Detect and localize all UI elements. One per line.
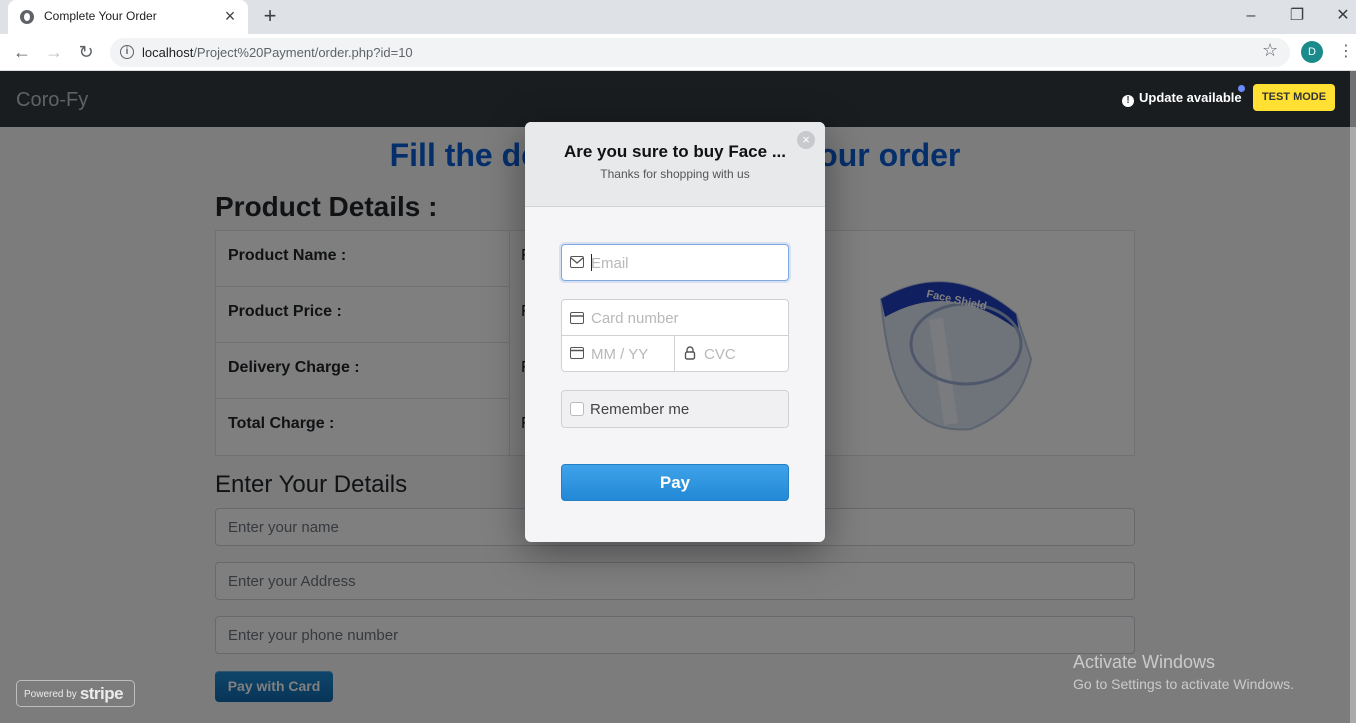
modal-subtitle: Thanks for shopping with us bbox=[600, 167, 750, 181]
credit-card-icon bbox=[570, 312, 584, 324]
expiry-input[interactable]: MM / YY bbox=[562, 336, 675, 371]
url-text: localhost/Project%20Payment/order.php?id… bbox=[142, 45, 413, 60]
new-tab-icon[interactable]: + bbox=[258, 4, 282, 28]
card-number-input[interactable]: Card number bbox=[562, 300, 788, 336]
page-content: Coro-Fy Fill the details to complete you… bbox=[0, 71, 1356, 723]
scrollbar[interactable] bbox=[1350, 71, 1356, 723]
remember-me-row[interactable]: Remember me bbox=[561, 390, 789, 428]
update-available-notice[interactable]: ! Update available bbox=[1122, 90, 1242, 107]
browser-toolbar: ← → ↻ i localhost/Project%20Payment/orde… bbox=[0, 34, 1356, 71]
back-icon[interactable]: ← bbox=[10, 40, 34, 64]
powered-by-stripe-badge[interactable]: Powered by stripe bbox=[16, 680, 135, 707]
minimize-icon[interactable]: – bbox=[1236, 4, 1266, 28]
bookmark-star-icon[interactable]: ☆ bbox=[1262, 40, 1278, 61]
notification-dot bbox=[1238, 85, 1245, 92]
info-icon[interactable]: i bbox=[120, 45, 134, 59]
browser-tab[interactable]: Complete Your Order × bbox=[8, 0, 248, 34]
alert-icon: ! bbox=[1122, 95, 1134, 107]
remember-me-label: Remember me bbox=[590, 401, 690, 418]
browser-tab-bar: Complete Your Order × + – ❐ ✕ bbox=[0, 0, 1356, 34]
browser-menu-icon[interactable]: ⋮ bbox=[1338, 41, 1354, 61]
forward-icon[interactable]: → bbox=[42, 40, 66, 64]
calendar-icon bbox=[570, 347, 584, 359]
envelope-icon bbox=[570, 256, 584, 268]
tab-title: Complete Your Order bbox=[44, 9, 157, 23]
window-close-icon[interactable]: ✕ bbox=[1328, 4, 1356, 28]
restore-icon[interactable]: ❐ bbox=[1282, 4, 1312, 28]
test-mode-badge: TEST MODE bbox=[1253, 84, 1335, 111]
globe-icon bbox=[20, 10, 34, 24]
modal-title: Are you sure to buy Face ... bbox=[563, 142, 786, 161]
card-details-group: Card number MM / YY CVC bbox=[561, 299, 789, 372]
checkout-modal: Are you sure to buy Face ... Thanks for … bbox=[525, 122, 825, 542]
remember-me-checkbox[interactable] bbox=[570, 402, 584, 416]
email-input[interactable]: Email bbox=[561, 244, 789, 281]
lock-icon bbox=[684, 346, 696, 360]
modal-close-icon[interactable]: × bbox=[797, 131, 815, 149]
cvc-input[interactable]: CVC bbox=[675, 336, 788, 371]
modal-header: Are you sure to buy Face ... Thanks for … bbox=[525, 122, 825, 207]
profile-avatar[interactable]: D bbox=[1301, 41, 1323, 63]
activate-windows-watermark: Activate Windows Go to Settings to activ… bbox=[1073, 652, 1294, 692]
stripe-logo: stripe bbox=[79, 684, 124, 703]
reload-icon[interactable]: ↻ bbox=[74, 40, 98, 64]
address-bar[interactable]: i localhost/Project%20Payment/order.php?… bbox=[110, 38, 1290, 67]
pay-button[interactable]: Pay bbox=[561, 464, 789, 501]
close-tab-icon[interactable]: × bbox=[220, 6, 240, 26]
